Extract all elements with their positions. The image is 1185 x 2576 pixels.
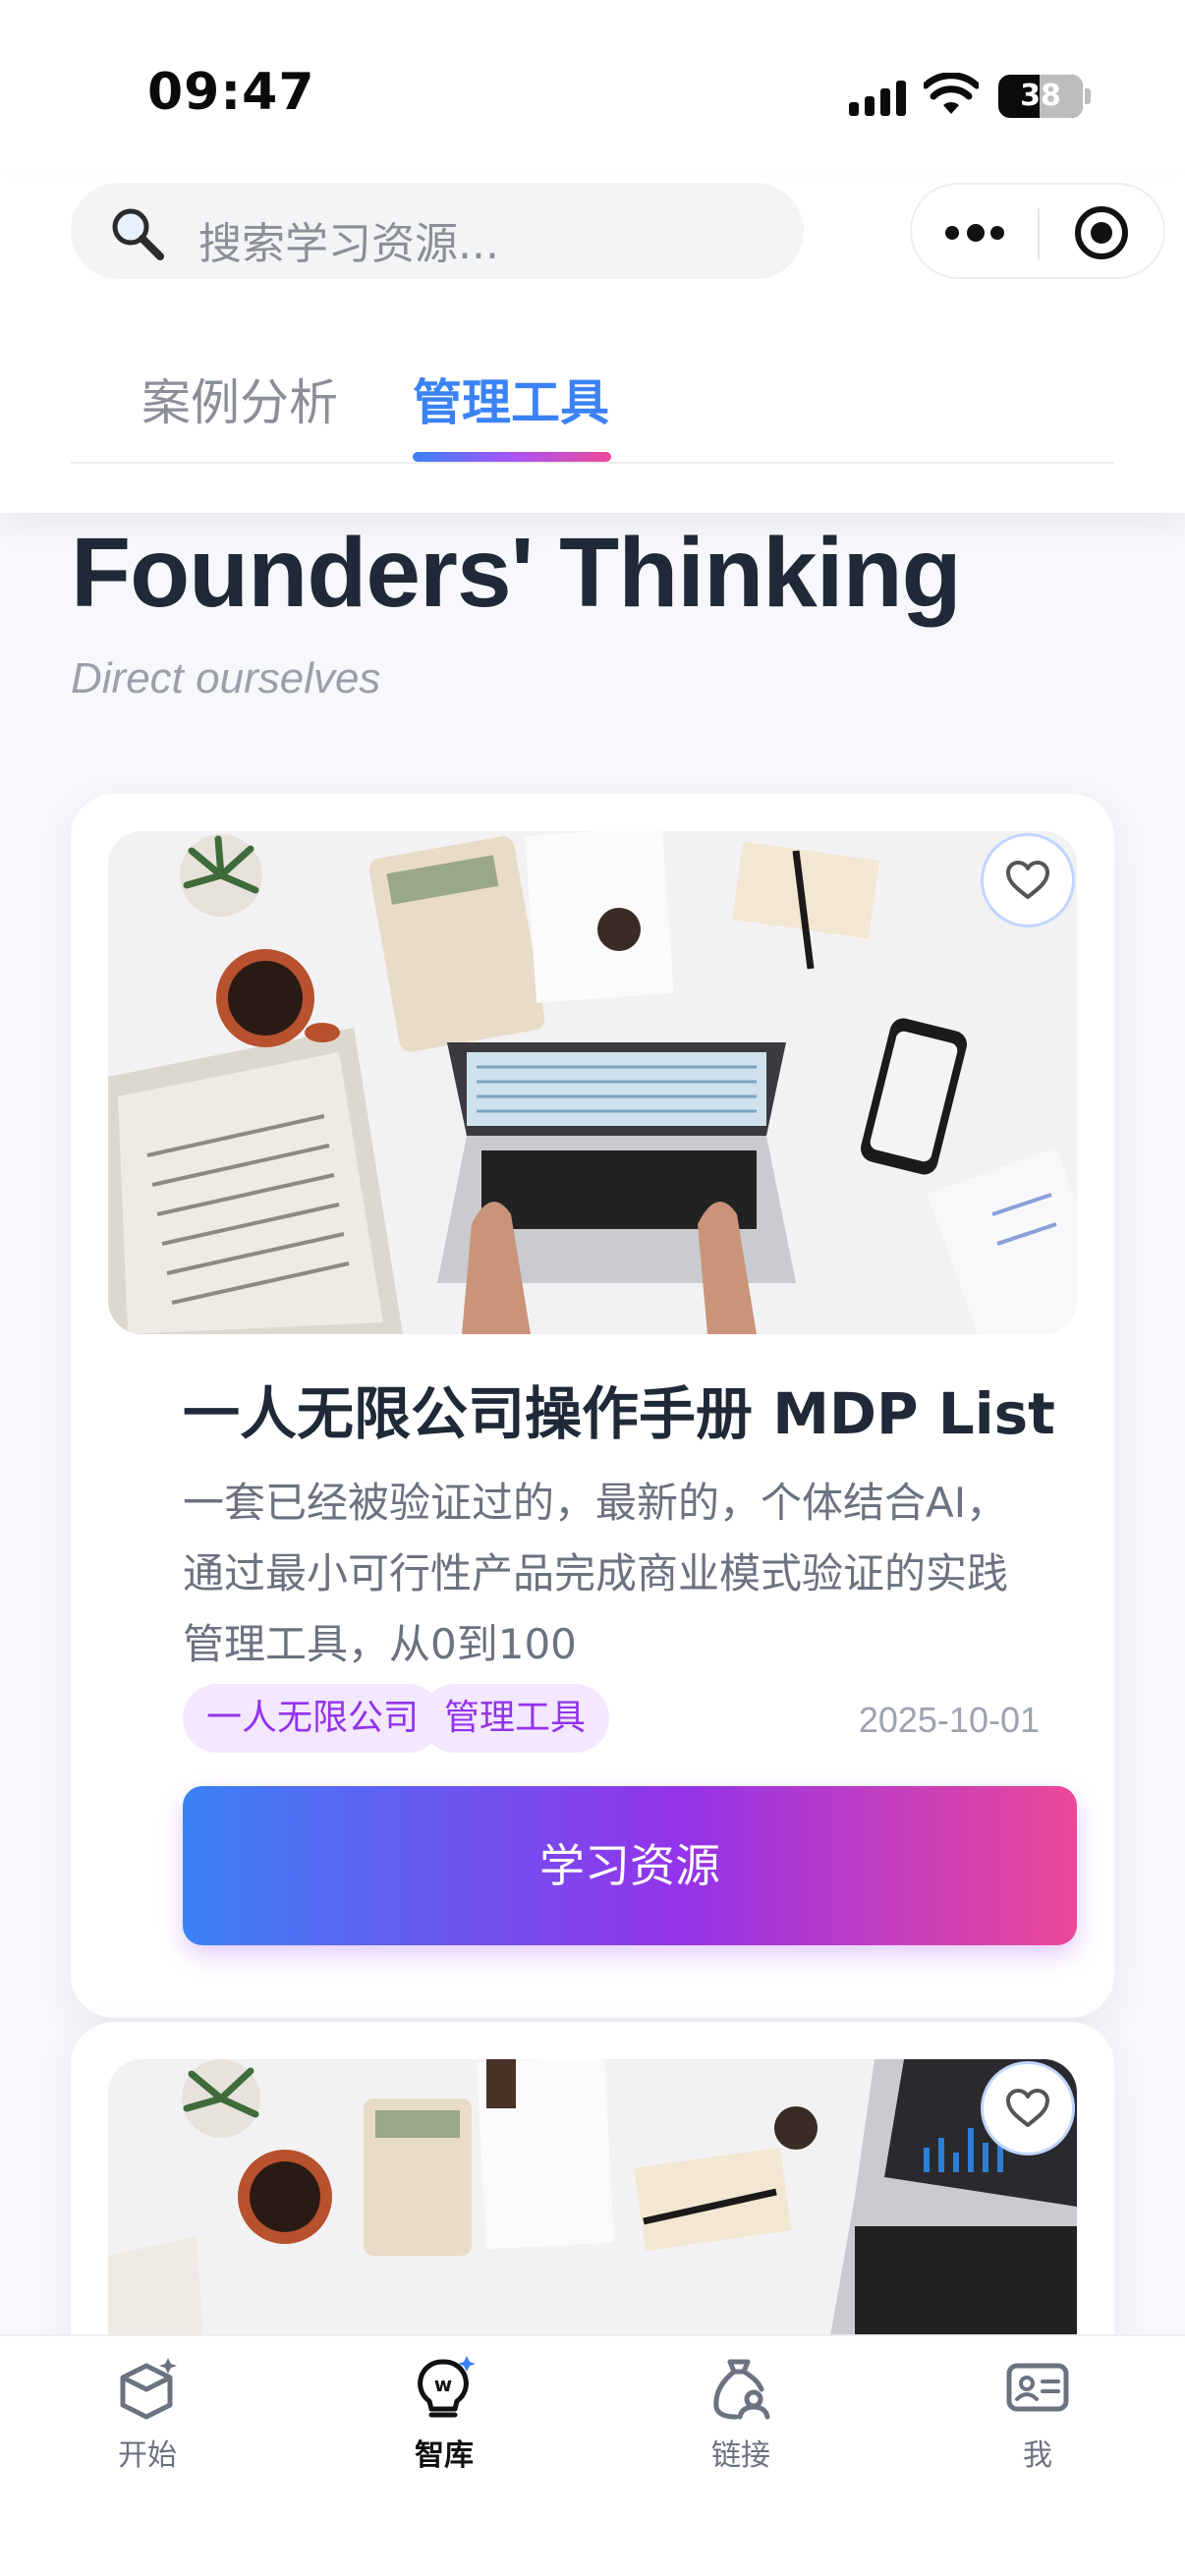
active-tab-indicator xyxy=(413,452,611,462)
close-miniprogram-icon[interactable] xyxy=(1075,206,1128,259)
id-card-icon xyxy=(1006,2363,1069,2412)
battery-tip xyxy=(1085,88,1091,104)
resource-card[interactable]: 一人无限公司操作手册 MDP List 一套已经被验证过的，最新的，个体结合AI… xyxy=(71,794,1114,2018)
card-image xyxy=(108,831,1077,1334)
header: 搜索学习资源... 案例分析 管理工具 xyxy=(0,177,1185,513)
card-title: 一人无限公司操作手册 MDP List xyxy=(183,1380,1055,1447)
tag-badge[interactable]: 管理工具 xyxy=(421,1684,610,1753)
search-input[interactable]: 搜索学习资源... xyxy=(198,208,499,271)
more-icon[interactable] xyxy=(945,220,1006,246)
tabbar-item-me[interactable]: 我 xyxy=(959,2354,1116,2474)
tabbar-item-library[interactable]: w 智库 xyxy=(366,2354,523,2474)
tabbar-label: 我 xyxy=(1023,2438,1052,2473)
tabbar-label: 开始 xyxy=(118,2438,177,2473)
page-subtitle: Direct ourselves xyxy=(71,654,381,702)
bulb-w-icon: w xyxy=(418,2356,476,2418)
app-screen: 09:47 38 搜索学习资源... 案例分析 管理工具 Founders' T… xyxy=(0,0,1185,2576)
favorite-button[interactable] xyxy=(981,833,1075,927)
tabbar-item-start[interactable]: 开始 xyxy=(69,2354,226,2474)
heart-icon xyxy=(1006,2089,1049,2127)
learn-resource-button[interactable]: 学习资源 xyxy=(183,1786,1077,1945)
tabbar-label: 智库 xyxy=(415,2438,474,2473)
miniprogram-capsule xyxy=(910,183,1165,279)
tab-case-analysis[interactable]: 案例分析 xyxy=(141,364,338,434)
card-description: 一套已经被验证过的，最新的，个体结合AI， 通过最小可行性产品完成商业模式验证的… xyxy=(183,1468,1067,1680)
battery-icon: 38 xyxy=(998,75,1083,118)
status-bar: 09:47 38 xyxy=(0,0,1185,177)
card-description-line: 通过最小可行性产品完成商业模式验证的实践 xyxy=(183,1549,1009,1597)
wifi-icon xyxy=(924,73,979,114)
card-description-line: 管理工具，从0到100 xyxy=(183,1620,577,1668)
tabbar-label: 链接 xyxy=(711,2438,770,2473)
cellular-signal-icon xyxy=(849,81,908,116)
page-title: Founders' Thinking xyxy=(71,518,962,628)
card-date: 2025-10-01 xyxy=(858,1700,1040,1740)
tag-badge[interactable]: 一人无限公司 xyxy=(183,1684,443,1753)
card-description-line: 一套已经被验证过的，最新的，个体结合AI， xyxy=(183,1479,1008,1527)
status-time: 09:47 xyxy=(147,63,315,122)
tab-management-tools[interactable]: 管理工具 xyxy=(413,364,609,434)
category-tabs: 案例分析 管理工具 xyxy=(71,364,1114,464)
bag-person-icon xyxy=(713,2359,770,2420)
bottom-tab-bar: 开始 w 智库 链接 我 xyxy=(0,2334,1185,2576)
battery-level: 38 xyxy=(1020,79,1061,113)
favorite-button[interactable] xyxy=(981,2061,1075,2156)
box-sparkle-icon xyxy=(120,2358,177,2420)
heart-icon xyxy=(1006,861,1049,899)
search-bar[interactable]: 搜索学习资源... xyxy=(71,183,804,279)
desk-photo xyxy=(108,831,1077,1334)
capsule-divider xyxy=(1038,208,1040,259)
svg-text:w: w xyxy=(434,2373,452,2396)
search-icon xyxy=(112,208,164,260)
tabbar-item-links[interactable]: 链接 xyxy=(662,2354,819,2474)
